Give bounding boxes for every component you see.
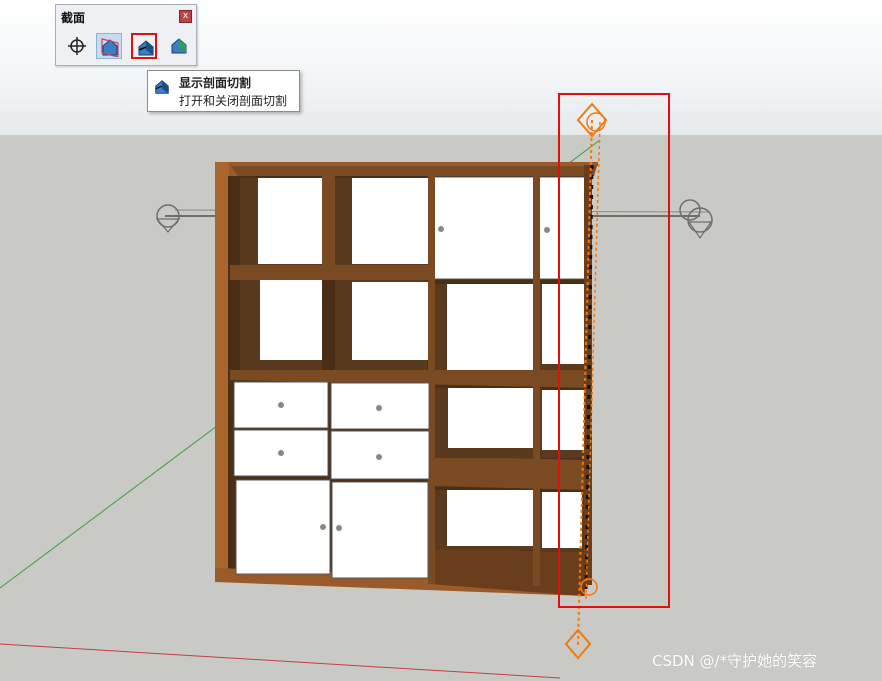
watermark: CSDN @/*守护她的笑容 [652, 652, 818, 670]
section-plane-button[interactable] [64, 33, 90, 59]
tooltip-title: 显示剖面切割 [179, 76, 252, 90]
display-section-cuts-icon [155, 80, 169, 94]
toolbar-title: 截面 [61, 11, 86, 25]
section-plane-icon [68, 37, 86, 55]
tooltip: 显示剖面切割 打开和关闭剖面切割 [147, 70, 300, 112]
red-axis [0, 643, 561, 679]
bookshelf-model[interactable] [215, 162, 598, 596]
display-section-planes-button[interactable] [96, 33, 122, 59]
tooltip-description: 打开和关闭剖面切割 [179, 94, 288, 108]
viewport-3d[interactable] [0, 0, 882, 681]
display-section-fill-icon [171, 38, 187, 54]
display-section-cuts-icon [138, 40, 154, 56]
display-section-cuts-button[interactable] [131, 33, 157, 59]
display-section-planes-icon [101, 38, 119, 57]
display-section-fill-button[interactable] [166, 33, 192, 59]
close-button[interactable]: x [179, 10, 192, 23]
section-toolbar[interactable]: 截面 x [55, 4, 197, 66]
